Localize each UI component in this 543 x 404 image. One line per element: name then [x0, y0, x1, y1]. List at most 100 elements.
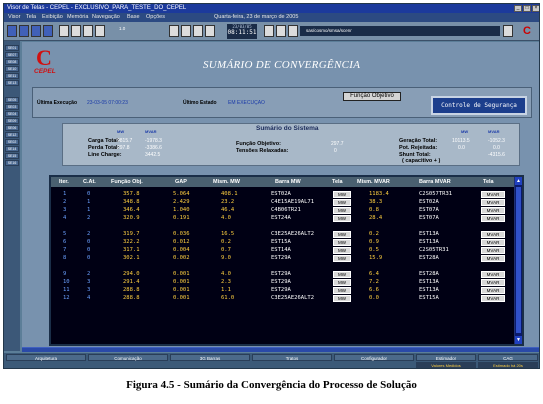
- cell-tela-mw-button[interactable]: MW: [333, 231, 351, 238]
- status-configurador[interactable]: Configurador: [334, 354, 414, 361]
- cell-c-at: 3: [87, 279, 91, 285]
- summary-label: ( capacitivo + ): [402, 158, 441, 164]
- menu-navegacao[interactable]: Navegação: [92, 13, 120, 22]
- menu-tela[interactable]: Tela: [26, 13, 36, 22]
- status-cag[interactable]: CAG: [478, 354, 538, 361]
- menu-opcoes[interactable]: Opções: [146, 13, 165, 22]
- maximize-button[interactable]: □: [523, 5, 531, 12]
- menu-memoria[interactable]: Memória: [67, 13, 88, 22]
- cell-tela-mw-button[interactable]: MW: [333, 199, 351, 206]
- left-tab[interactable]: SE05: [5, 97, 19, 103]
- zoom-out-icon[interactable]: [71, 25, 81, 37]
- menu-exibicao[interactable]: Exibição: [42, 13, 63, 22]
- left-tab[interactable]: SE16: [5, 160, 19, 166]
- cell-c-at: 2: [87, 215, 91, 221]
- left-tab[interactable]: SE08: [5, 59, 19, 65]
- cell-tela-mvar-button[interactable]: MVAR: [481, 239, 505, 246]
- back-icon[interactable]: [169, 25, 179, 37]
- scroll-up-icon[interactable]: ▲: [515, 177, 522, 185]
- status-estimador[interactable]: Estimador: [416, 354, 476, 361]
- zoom-area-icon[interactable]: [95, 25, 105, 37]
- open-icon[interactable]: [7, 25, 17, 37]
- cell-tela-mw-button[interactable]: MW: [333, 207, 351, 214]
- left-tab[interactable]: SE06: [5, 125, 19, 131]
- summary-value: -4315.6: [488, 152, 505, 158]
- cepel-logo-small-icon: C: [523, 25, 531, 37]
- status-arquitetura[interactable]: Arquitetura: [6, 354, 86, 361]
- left-tab[interactable]: SE13: [5, 80, 19, 86]
- help-icon[interactable]: [288, 25, 298, 37]
- table-vertical-scrollbar[interactable]: ▲ ▼: [514, 177, 522, 344]
- cell-tela-mvar-button[interactable]: MVAR: [481, 215, 505, 222]
- cell-barra-mw: C4E15AE19AL71: [271, 199, 315, 205]
- status-3g-barras[interactable]: 3G Barras: [170, 354, 250, 361]
- list-icon[interactable]: [264, 25, 274, 37]
- left-tab[interactable]: SE02: [5, 139, 19, 145]
- cell-mism-mw: 4.0: [221, 271, 231, 277]
- cell-tela-mw-button[interactable]: MW: [333, 239, 351, 246]
- print-icon[interactable]: [31, 25, 41, 37]
- cell-tela-mw-button[interactable]: MW: [333, 215, 351, 222]
- cell-tela-mvar-button[interactable]: MVAR: [481, 199, 505, 206]
- cell-funcao-obj: 288.8: [123, 295, 140, 301]
- minimize-button[interactable]: _: [514, 5, 522, 12]
- menu-visor[interactable]: Visor: [8, 13, 20, 22]
- display-path-combo[interactable]: sas/cosmo/smsa/scenr: [300, 26, 500, 36]
- cell-tela-mvar-button[interactable]: MVAR: [481, 279, 505, 286]
- cell-funcao-obj: 320.9: [123, 215, 140, 221]
- cell-tela-mvar-button[interactable]: MVAR: [481, 207, 505, 214]
- alarm-icon[interactable]: [205, 25, 215, 37]
- left-tab[interactable]: SE11: [5, 73, 19, 79]
- menu-base[interactable]: Base: [127, 13, 140, 22]
- cell-tela-mvar-button[interactable]: MVAR: [481, 255, 505, 262]
- forward-icon[interactable]: [181, 25, 191, 37]
- refresh-icon[interactable]: [43, 25, 53, 37]
- left-tab[interactable]: SE04: [5, 111, 19, 117]
- horizontal-scrollbar[interactable]: [22, 347, 539, 352]
- zoom-level: 1.0: [119, 26, 126, 31]
- cell-tela-mw-button[interactable]: MW: [333, 271, 351, 278]
- summary-value: 3442.5: [145, 152, 161, 158]
- close-button[interactable]: ×: [532, 5, 539, 12]
- cell-tela-mvar-button[interactable]: MVAR: [481, 191, 505, 198]
- cell-tela-mvar-button[interactable]: MVAR: [481, 247, 505, 254]
- left-tab[interactable]: SE14: [5, 146, 19, 152]
- cell-tela-mw-button[interactable]: MW: [333, 255, 351, 262]
- objective-function-button[interactable]: Função Objetivo: [343, 92, 401, 101]
- col-tela-mw: Tela: [332, 179, 343, 185]
- left-tab[interactable]: SE03: [5, 104, 19, 110]
- home-icon[interactable]: [193, 25, 203, 37]
- status-comunicacao[interactable]: Comunicação: [88, 354, 168, 361]
- cell-tela-mvar-button[interactable]: MVAR: [481, 271, 505, 278]
- cell-tela-mw-button[interactable]: MW: [333, 287, 351, 294]
- cell-barra-mw: EST24A: [271, 215, 291, 221]
- status-tratos[interactable]: Tratos: [252, 354, 332, 361]
- cell-tela-mw-button[interactable]: MW: [333, 247, 351, 254]
- scroll-down-icon[interactable]: ▼: [515, 336, 522, 344]
- left-col-mvar: MVAR: [145, 129, 157, 134]
- left-tab[interactable]: SE12: [5, 132, 19, 138]
- security-control-button[interactable]: Controle de Segurança: [431, 96, 527, 115]
- combo-dropdown-icon[interactable]: [503, 25, 513, 37]
- cell-tela-mvar-button[interactable]: MVAR: [481, 231, 505, 238]
- zoom-in-icon[interactable]: [59, 25, 69, 37]
- system-summary-title: Sumário do Sistema: [256, 125, 319, 132]
- left-tab[interactable]: SE15: [5, 153, 19, 159]
- cell-mism-mw: 0.2: [221, 239, 231, 245]
- cell-tela-mw-button[interactable]: MW: [333, 295, 351, 302]
- save-icon[interactable]: [19, 25, 29, 37]
- summary-label: Pot. Rejeitada:: [399, 145, 438, 151]
- grid-icon[interactable]: [276, 25, 286, 37]
- zoom-fit-icon[interactable]: [83, 25, 93, 37]
- left-tab[interactable]: SE07: [5, 52, 19, 58]
- cell-tela-mvar-button[interactable]: MVAR: [481, 287, 505, 294]
- scroll-thumb[interactable]: [516, 187, 521, 333]
- cell-tela-mw-button[interactable]: MW: [333, 279, 351, 286]
- cell-tela-mw-button[interactable]: MW: [333, 191, 351, 198]
- left-tab[interactable]: SE09: [5, 118, 19, 124]
- left-tab[interactable]: SE01: [5, 45, 19, 51]
- summary-value: 0: [334, 148, 337, 154]
- left-tab[interactable]: SE10: [5, 66, 19, 72]
- main-display: C CEPEL SUMÁRIO DE CONVERGÊNCIA Última E…: [22, 42, 539, 347]
- cell-tela-mvar-button[interactable]: MVAR: [481, 295, 505, 302]
